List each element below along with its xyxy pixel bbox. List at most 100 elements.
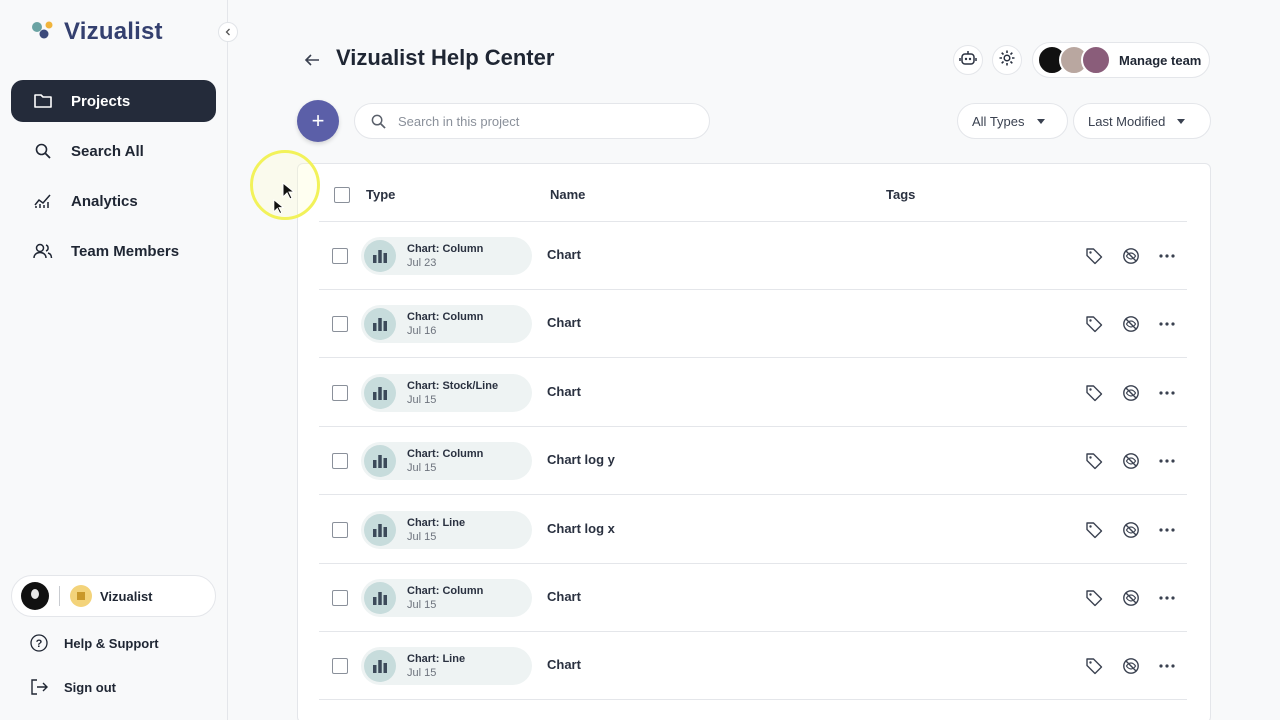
item-type: Chart: Column xyxy=(407,311,484,324)
item-date: Jul 15 xyxy=(407,667,437,680)
visibility-off-icon[interactable] xyxy=(1121,314,1141,334)
help-label: Help & Support xyxy=(64,635,159,651)
folder-icon xyxy=(33,91,53,111)
sign-out-icon xyxy=(30,678,48,696)
help-icon: ? xyxy=(30,634,48,652)
item-type: Chart: Column xyxy=(407,243,484,255)
type-pill: Chart: Stock/Line Jul 15 xyxy=(361,373,532,412)
visibility-off-icon[interactable] xyxy=(1121,588,1141,608)
sidebar-item-search-all[interactable]: Search All xyxy=(11,130,216,172)
row-checkbox[interactable] xyxy=(332,316,348,333)
item-name[interactable]: Chart xyxy=(547,384,581,399)
table-row[interactable]: Chart: Column Jul 23 Chart xyxy=(319,222,1187,290)
logo-text: Vizualist xyxy=(64,18,163,45)
type-info: Chart: Column Jul 15 xyxy=(407,447,483,475)
type-pill: Chart: Line Jul 15 xyxy=(361,647,532,686)
bar-chart-icon xyxy=(364,445,396,478)
more-icon[interactable] xyxy=(1157,588,1177,608)
item-date: Jul 15 xyxy=(407,393,437,406)
add-button[interactable]: + xyxy=(297,100,339,142)
bar-chart-icon xyxy=(364,582,396,614)
visibility-off-icon[interactable] xyxy=(1121,520,1141,540)
row-checkbox[interactable] xyxy=(332,658,348,675)
sidebar-item-team-members[interactable]: Team Members xyxy=(11,230,216,272)
tag-icon[interactable] xyxy=(1084,246,1104,266)
item-type: Chart: Column xyxy=(407,585,484,597)
more-icon[interactable] xyxy=(1157,520,1177,540)
workspace-switcher[interactable]: Vizualist xyxy=(11,575,216,617)
sidebar-item-projects[interactable]: Projects xyxy=(11,80,216,122)
more-icon[interactable] xyxy=(1157,246,1177,266)
more-icon[interactable] xyxy=(1157,314,1177,334)
visibility-off-icon[interactable] xyxy=(1121,451,1141,471)
type-pill: Chart: Column Jul 23 xyxy=(361,237,532,275)
more-icon[interactable] xyxy=(1157,383,1177,403)
visibility-off-icon[interactable] xyxy=(1121,383,1141,403)
search-icon xyxy=(33,141,53,161)
item-name[interactable]: Chart xyxy=(547,589,581,604)
item-name[interactable]: Chart log x xyxy=(547,521,615,536)
item-name[interactable]: Chart xyxy=(547,247,581,262)
table-row[interactable]: Chart: Line Jul 15 Chart log x xyxy=(319,496,1187,564)
visibility-off-icon[interactable] xyxy=(1121,246,1141,266)
item-type: Chart: Line xyxy=(407,516,466,529)
type-info: Chart: Line Jul 15 xyxy=(407,516,465,544)
assistant-button[interactable] xyxy=(953,45,983,75)
tag-icon[interactable] xyxy=(1084,656,1104,676)
item-name[interactable]: Chart xyxy=(547,315,581,330)
row-checkbox[interactable] xyxy=(332,590,348,606)
search-placeholder: Search in this project xyxy=(398,113,520,129)
workspace-name: Vizualist xyxy=(100,588,153,604)
type-pill: Chart: Line Jul 15 xyxy=(361,510,532,549)
manage-team-button[interactable]: Manage team xyxy=(1032,42,1210,78)
row-checkbox[interactable] xyxy=(332,521,348,538)
tag-icon[interactable] xyxy=(1084,588,1104,608)
row-checkbox[interactable] xyxy=(332,248,348,264)
sign-out-link[interactable]: Sign out xyxy=(30,678,116,696)
tag-icon[interactable] xyxy=(1084,314,1104,334)
tag-icon[interactable] xyxy=(1084,451,1104,471)
collapse-sidebar-button[interactable] xyxy=(218,22,238,42)
select-all-checkbox[interactable] xyxy=(334,187,350,203)
table-row[interactable]: Chart: Column Jul 15 Chart xyxy=(319,564,1187,632)
type-pill: Chart: Column Jul 15 xyxy=(361,579,532,617)
caret-down-icon xyxy=(1036,118,1045,124)
app-root: Vizualist Projects Search All Analytics xyxy=(0,0,1280,720)
tag-icon[interactable] xyxy=(1084,520,1104,540)
item-name[interactable]: Chart xyxy=(547,657,581,672)
workspace-logo-icon xyxy=(70,585,92,607)
logo-icon xyxy=(30,19,56,46)
type-info: Chart: Column Jul 23 xyxy=(407,242,483,270)
search-icon xyxy=(371,114,386,129)
more-icon[interactable] xyxy=(1157,656,1177,676)
tag-icon[interactable] xyxy=(1084,383,1104,403)
table-row[interactable]: Chart: Column Jul 15 Chart log y xyxy=(319,427,1187,496)
column-header-name[interactable]: Name xyxy=(550,187,585,202)
sidebar: Vizualist Projects Search All Analytics xyxy=(0,0,228,720)
item-date: Jul 23 xyxy=(407,257,437,269)
table-row[interactable]: Chart: Column Jul 16 Chart xyxy=(319,290,1187,359)
type-pill: Chart: Column Jul 15 xyxy=(361,442,532,481)
arrow-left-icon xyxy=(302,54,322,74)
column-header-type[interactable]: Type xyxy=(366,187,395,202)
help-support-link[interactable]: ? Help & Support xyxy=(30,634,159,652)
robot-icon xyxy=(959,49,977,72)
item-type: Chart: Line xyxy=(407,653,466,666)
sort-dropdown[interactable]: Last Modified xyxy=(1073,103,1211,139)
type-filter-dropdown[interactable]: All Types xyxy=(957,103,1068,139)
item-date: Jul 15 xyxy=(407,530,437,543)
more-icon[interactable] xyxy=(1157,451,1177,471)
visibility-off-icon[interactable] xyxy=(1121,656,1141,676)
app-logo[interactable]: Vizualist xyxy=(30,18,163,46)
table-row[interactable]: Chart: Stock/Line Jul 15 Chart xyxy=(319,359,1187,427)
type-pill: Chart: Column Jul 16 xyxy=(361,305,532,344)
item-name[interactable]: Chart log y xyxy=(547,452,615,467)
sidebar-item-analytics[interactable]: Analytics xyxy=(11,180,216,222)
back-button[interactable] xyxy=(302,50,322,70)
row-checkbox[interactable] xyxy=(332,384,348,401)
row-checkbox[interactable] xyxy=(332,453,348,470)
column-header-tags[interactable]: Tags xyxy=(886,187,915,202)
table-row[interactable]: Chart: Line Jul 15 Chart xyxy=(319,632,1187,701)
search-input[interactable]: Search in this project xyxy=(354,103,710,139)
settings-button[interactable] xyxy=(992,45,1022,75)
